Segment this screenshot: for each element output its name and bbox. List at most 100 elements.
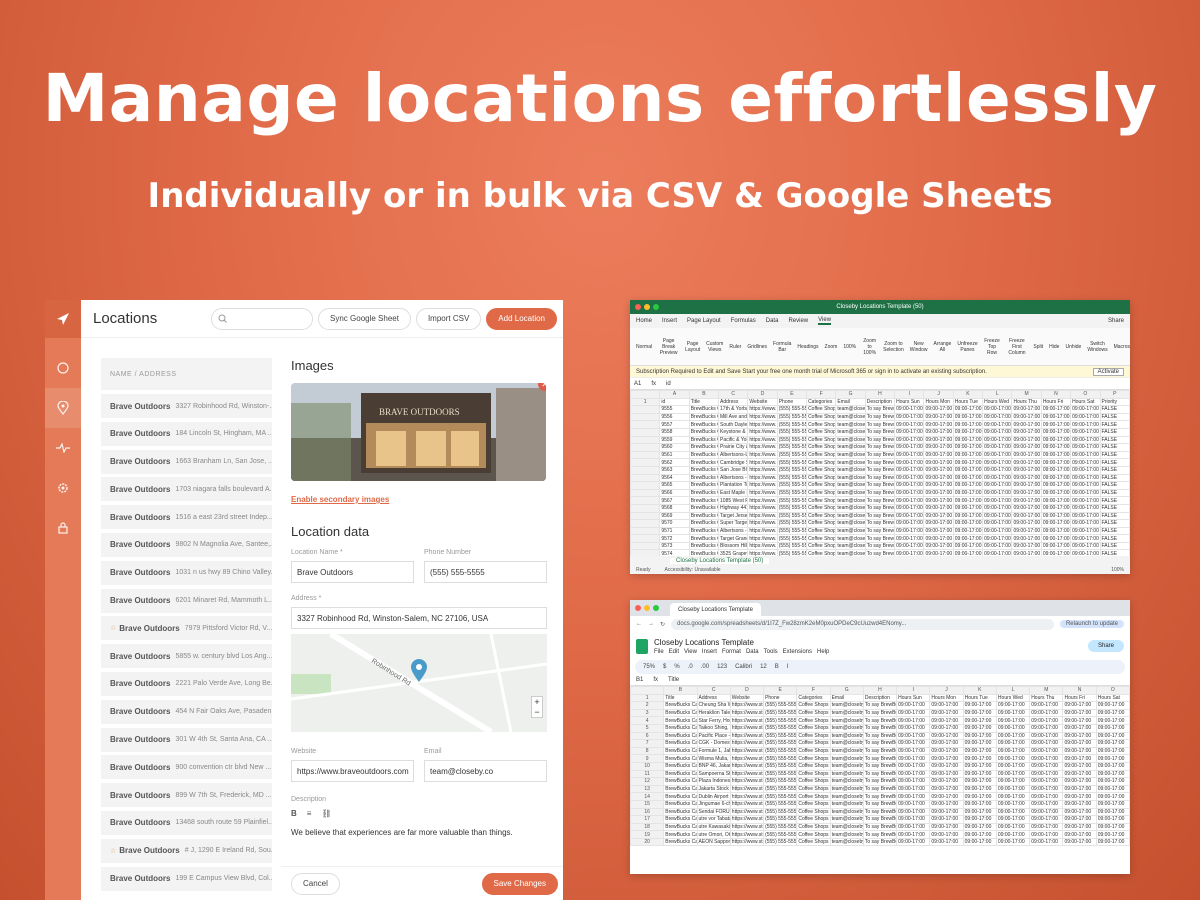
header-cell[interactable]: Hours Fri (1040, 397, 1072, 407)
table-cell[interactable]: 09:00-17:00 (1029, 746, 1064, 756)
table-cell[interactable]: 09:00-17:00 (1011, 405, 1042, 414)
table-cell[interactable]: 09:00-17:00 (896, 822, 931, 832)
table-cell[interactable]: 09:00-17:00 (896, 769, 931, 779)
table-cell[interactable]: BrewBucks Cafe (663, 822, 698, 832)
table-cell[interactable]: https://www.st (729, 746, 765, 756)
table-cell[interactable]: 09:00-17:00 (1062, 830, 1097, 839)
table-cell[interactable]: (555) 555-5555 (763, 822, 798, 832)
table-cell[interactable]: https://www. (747, 541, 778, 551)
ribbon-item[interactable]: Gridlines (747, 344, 767, 350)
table-cell[interactable]: Coffee Shops (796, 815, 831, 824)
ribbon-item[interactable]: Page Layout (685, 341, 700, 353)
toolbar-item[interactable]: B (775, 664, 779, 670)
table-cell[interactable]: https://www. (747, 481, 778, 490)
header-cell[interactable]: Email (835, 397, 866, 407)
search-input[interactable] (211, 307, 314, 330)
table-cell[interactable]: 09:00-17:00 (1070, 405, 1101, 414)
table-cell[interactable]: To say BrewBu (862, 830, 898, 839)
header-cell[interactable]: Hours Mon (929, 693, 964, 703)
table-cell[interactable]: team@closeby (829, 815, 864, 824)
table-cell[interactable]: utre Kawasaki (696, 822, 731, 832)
header-cell[interactable]: Email (829, 693, 864, 703)
table-cell[interactable]: 09:00-17:00 (1040, 473, 1072, 483)
table-cell[interactable]: 09:00-17:00 (1062, 723, 1097, 733)
table-cell[interactable]: Coffee Shops (796, 701, 831, 710)
table-cell[interactable]: team@closeby (829, 822, 864, 832)
table-cell[interactable]: 09:00-17:00 (929, 716, 964, 725)
table-cell[interactable]: 09:00-17:00 (1062, 777, 1097, 786)
table-cell[interactable]: (555) 555-5555 (763, 746, 798, 756)
table-cell[interactable]: BNP 46, Jakarta (696, 761, 731, 771)
menu-file[interactable]: File (654, 649, 664, 655)
header-cell[interactable]: Hours Thu (1011, 397, 1042, 407)
table-cell[interactable]: Star Ferry, Hon (696, 716, 731, 725)
table-cell[interactable]: 09:00-17:00 (962, 708, 997, 718)
table-cell[interactable]: 09:00-17:00 (995, 777, 1031, 786)
table-cell[interactable]: 09:00-17:00 (894, 488, 925, 498)
table-cell[interactable]: 09:00-17:00 (995, 815, 1031, 824)
table-cell[interactable]: 09:00-17:00 (962, 739, 997, 748)
table-cell[interactable]: To say Brewi (864, 511, 896, 521)
table-cell[interactable]: 09:00-17:00 (952, 465, 984, 475)
table-cell[interactable]: 09:00-17:00 (1070, 412, 1101, 422)
ribbon-item[interactable]: Ruler (729, 344, 741, 350)
table-cell[interactable]: 09:00-17:00 (952, 405, 984, 414)
row-number[interactable]: 16 (630, 807, 665, 817)
table-cell[interactable]: team@closeby (829, 784, 864, 794)
table-cell[interactable]: 09:00-17:00 (1011, 450, 1042, 460)
table-cell[interactable]: FALSE (1099, 481, 1130, 490)
table-cell[interactable]: https://www.st (729, 723, 765, 733)
table-cell[interactable]: BrewBucks Cafe (688, 519, 720, 528)
location-name-field[interactable]: Brave Outdoors (291, 561, 414, 583)
table-cell[interactable]: 09:00-17:00 (995, 784, 1031, 794)
row-number[interactable]: 20 (630, 837, 665, 847)
table-cell[interactable]: team@close (835, 443, 866, 452)
header-cell[interactable]: Priority (1099, 397, 1130, 407)
list-item[interactable]: Brave Outdoors 2221 Palo Verde Ave, Long … (101, 671, 272, 696)
table-cell[interactable]: 09:00-17:00 (1029, 739, 1064, 748)
table-cell[interactable]: 09:00-17:00 (1070, 503, 1101, 513)
header-cell[interactable]: Title (688, 397, 720, 407)
excel-share-button[interactable]: Share (1108, 318, 1124, 324)
table-cell[interactable]: To say BrewBu (862, 784, 898, 794)
table-cell[interactable]: 09:00-17:00 (929, 746, 964, 756)
toolbar-item[interactable]: Calibri (735, 664, 752, 670)
table-cell[interactable]: team@closeby (829, 746, 864, 756)
table-cell[interactable]: 9555 (659, 405, 690, 414)
table-cell[interactable]: To say Brewi (864, 458, 896, 467)
header-cell[interactable]: Hours Sat (1070, 397, 1101, 407)
table-cell[interactable]: To say Brewi (864, 427, 896, 437)
ribbon-item[interactable]: Custom Views (706, 341, 723, 353)
table-cell[interactable]: 09:00-17:00 (1040, 465, 1072, 475)
table-cell[interactable]: Jakarta Stock E (696, 784, 731, 794)
table-cell[interactable]: utre vor Tabata (696, 815, 731, 824)
table-cell[interactable]: 09:00-17:00 (923, 481, 954, 490)
table-cell[interactable]: 09:00-17:00 (894, 481, 925, 490)
table-cell[interactable]: 09:00-17:00 (929, 807, 964, 817)
table-cell[interactable]: 09:00-17:00 (962, 822, 997, 832)
table-cell[interactable]: BrewBucks Cafe (688, 473, 720, 483)
table-cell[interactable]: Coffee Shops (806, 503, 837, 513)
table-cell[interactable]: 09:00-17:00 (962, 807, 997, 817)
table-cell[interactable]: 09:00-17:00 (929, 723, 964, 733)
column-header[interactable]: N (1040, 390, 1072, 399)
table-cell[interactable]: https://www.st (729, 830, 765, 839)
table-cell[interactable]: 09:00-17:00 (1070, 481, 1101, 490)
table-cell[interactable]: team@closeby (829, 739, 864, 748)
table-cell[interactable]: 09:00-17:00 (1029, 701, 1064, 710)
table-cell[interactable]: https://www. (747, 488, 778, 498)
table-cell[interactable]: 09:00-17:00 (923, 458, 954, 467)
table-cell[interactable]: 09:00-17:00 (995, 837, 1031, 847)
close-window-icon[interactable] (635, 304, 641, 310)
table-cell[interactable]: 09:00-17:00 (929, 830, 964, 839)
list-item[interactable]: Brave Outdoors 899 W 7th St, Frederick, M… (101, 783, 272, 808)
tab-home[interactable]: Home (636, 318, 652, 324)
table-cell[interactable]: (555) 555-5555 (763, 807, 798, 817)
table-cell[interactable]: 09:00-17:00 (1062, 701, 1097, 710)
table-cell[interactable]: To say Brewi (864, 405, 896, 414)
table-cell[interactable]: 09:00-17:00 (929, 792, 964, 801)
list-icon[interactable]: ≡ (307, 809, 312, 818)
table-cell[interactable]: (555) 555-55 (776, 458, 808, 467)
sheets-logo-icon[interactable] (636, 638, 648, 654)
table-cell[interactable]: To say BrewBu (862, 799, 898, 809)
